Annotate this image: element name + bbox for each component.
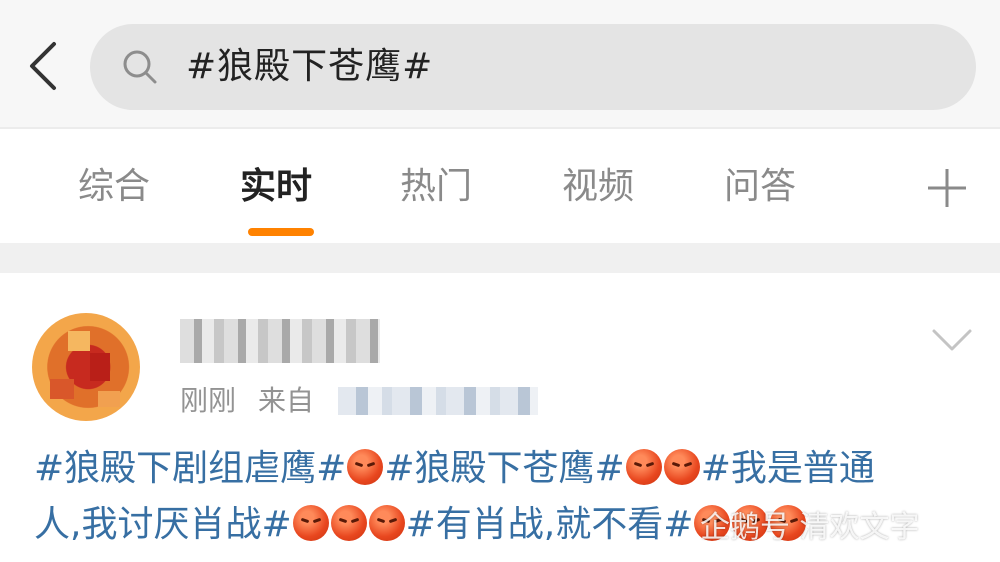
hashtag-link-start[interactable]: #我是普通	[701, 448, 875, 489]
angry-emoji-icon	[347, 449, 384, 485]
angry-emoji-icon	[330, 505, 367, 541]
plus-icon[interactable]	[924, 165, 970, 211]
tab-video[interactable]: 视频	[562, 163, 634, 211]
search-box[interactable]: #狼殿下苍鹰#	[90, 24, 976, 110]
hashtag-link-end[interactable]: 人,我讨厌肖战#	[34, 504, 292, 545]
angry-emoji-icon	[292, 505, 329, 541]
hashtag-link[interactable]: #有肖战,就不看#	[406, 504, 694, 545]
angry-emoji-icon	[663, 449, 700, 485]
search-icon	[123, 50, 157, 84]
active-tab-indicator	[248, 228, 314, 236]
angry-emoji-icon	[368, 505, 405, 541]
chevron-down-icon[interactable]	[930, 325, 974, 355]
source-blurred	[338, 387, 538, 415]
post-source-label: 来自	[258, 384, 315, 417]
chevron-left-icon	[30, 42, 56, 90]
avatar[interactable]	[32, 313, 140, 421]
tab-comprehensive[interactable]: 综合	[78, 163, 150, 211]
top-bar: #狼殿下苍鹰#	[0, 0, 1000, 128]
post-meta: 刚刚 来自	[180, 383, 314, 419]
tab-bar: 综合 实时 热门 视频 问答	[0, 129, 1000, 243]
watermark-text: 企鹅号 清欢文字	[700, 510, 920, 545]
hashtag-link[interactable]: #狼殿下剧组虐鹰#	[34, 448, 346, 489]
tab-hot[interactable]: 热门	[400, 163, 472, 211]
tab-qa[interactable]: 问答	[724, 163, 796, 211]
tab-realtime[interactable]: 实时	[240, 163, 312, 211]
angry-emoji-icon	[625, 449, 662, 485]
hashtag-link[interactable]: #狼殿下苍鹰#	[384, 448, 624, 489]
search-query-text[interactable]: #狼殿下苍鹰#	[186, 42, 433, 92]
back-button[interactable]	[18, 34, 74, 98]
username-blurred[interactable]	[180, 319, 380, 363]
section-gap	[0, 243, 1000, 273]
post-time: 刚刚	[180, 384, 237, 417]
